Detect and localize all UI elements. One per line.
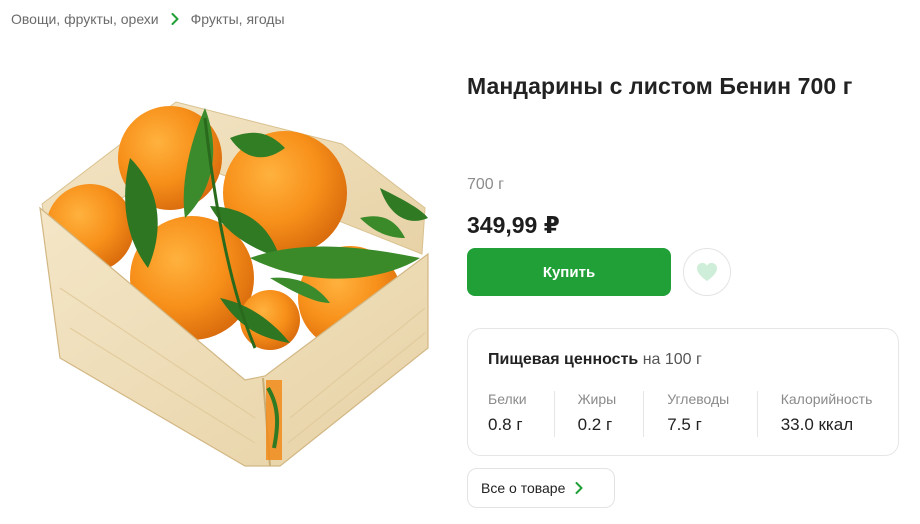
- nutrition-label: Калорийность: [780, 391, 873, 407]
- nutrition-values: Белки 0.8 г Жиры 0.2 г Углеводы 7.5 г Ка…: [468, 389, 898, 439]
- nutrition-label: Жиры: [577, 391, 617, 407]
- favorite-button[interactable]: [683, 248, 731, 296]
- breadcrumb-item-fruits[interactable]: Фрукты, ягоды: [191, 11, 285, 27]
- about-product-button[interactable]: Все о товаре: [467, 468, 615, 508]
- buy-button[interactable]: Купить: [467, 248, 671, 296]
- chevron-right-icon: [575, 482, 583, 494]
- product-weight: 700 г: [467, 176, 504, 193]
- nutrition-value: 33.0 ккал: [780, 415, 854, 434]
- nutrition-title: Пищевая ценность на 100 г: [488, 351, 702, 369]
- nutrition-card: Пищевая ценность на 100 г Белки 0.8 г Жи…: [467, 328, 899, 456]
- nutrition-value: 0.8 г: [488, 415, 523, 434]
- nutrition-fat: Жиры 0.2 г: [553, 389, 644, 439]
- nutrition-per: на 100 г: [642, 351, 702, 368]
- nutrition-calories: Калорийность 33.0 ккал: [756, 389, 898, 439]
- heart-icon: [696, 262, 718, 282]
- nutrition-value: 7.5 г: [667, 415, 702, 434]
- nutrition-label: Белки: [488, 391, 527, 407]
- breadcrumb-item-vegetables[interactable]: Овощи, фрукты, орехи: [11, 11, 159, 27]
- nutrition-label: Углеводы: [667, 391, 730, 407]
- nutrition-protein: Белки 0.8 г: [468, 389, 554, 439]
- nutrition-carbs: Углеводы 7.5 г: [643, 389, 756, 439]
- nutrition-value: 0.2 г: [577, 415, 613, 434]
- chevron-right-icon: [169, 12, 181, 26]
- product-title: Мандарины с листом Бенин 700 г: [467, 73, 853, 99]
- about-product-label: Все о товаре: [481, 480, 566, 496]
- product-image[interactable]: [30, 88, 430, 488]
- product-page: Овощи, фрукты, орехи Фрукты, ягоды Манда…: [0, 0, 920, 524]
- nutrition-heading: Пищевая ценность: [488, 351, 639, 368]
- product-price: 349,99 ₽: [467, 212, 560, 238]
- product-photo: [39, 101, 429, 467]
- breadcrumb: Овощи, фрукты, орехи Фрукты, ягоды: [11, 11, 285, 27]
